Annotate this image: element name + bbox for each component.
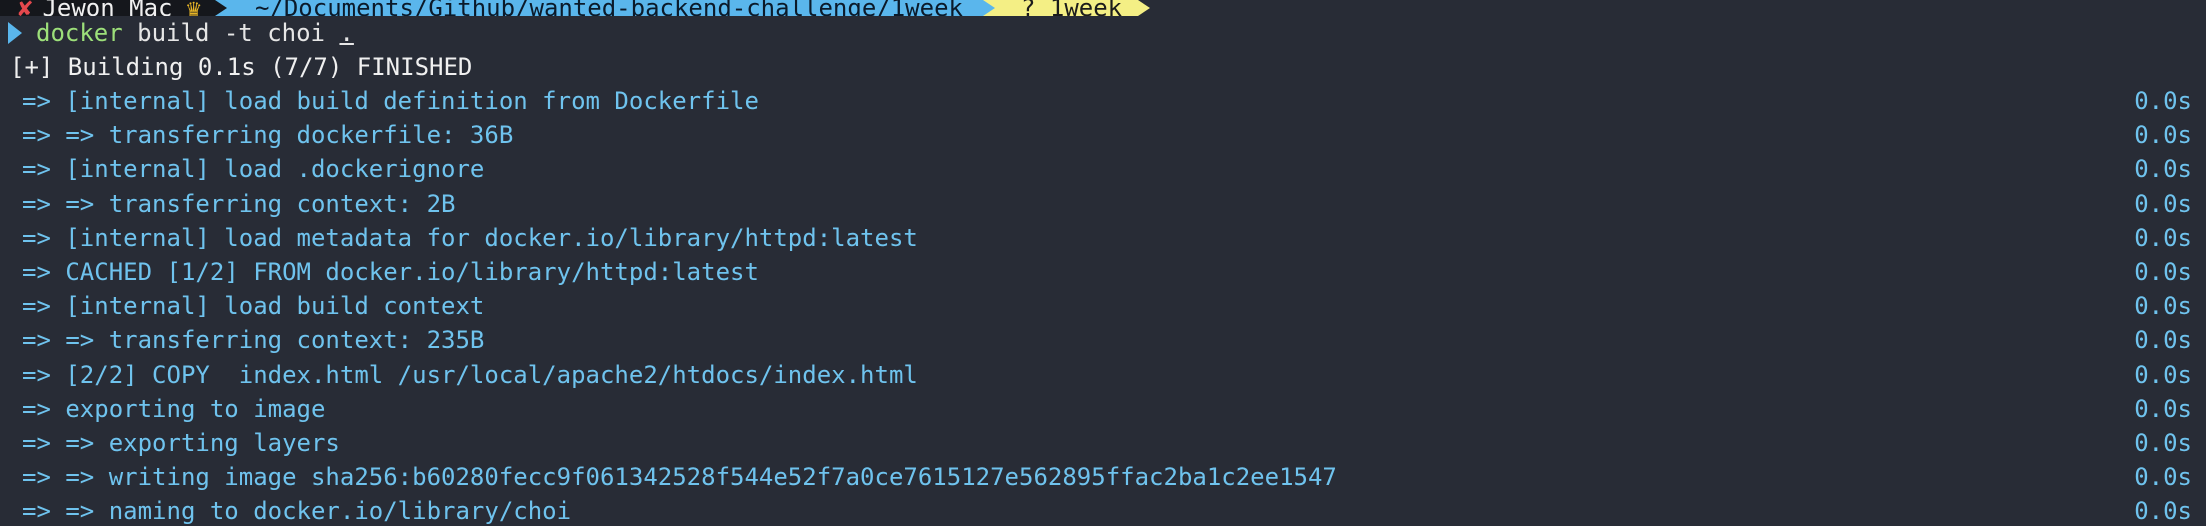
build-step-text: => [internal] load metadata for docker.i… (22, 223, 918, 252)
build-step-time: 0.0s (2134, 121, 2192, 150)
build-step-time: 0.0s (2134, 87, 2192, 115)
build-step-text: => [2/2] COPY index.html /usr/local/apac… (22, 360, 918, 389)
build-step-row: => => transferring dockerfile: 36B 0.0s (0, 118, 2206, 152)
build-step-row: => [2/2] COPY index.html /usr/local/apac… (0, 358, 2206, 392)
build-step-text: => => transferring context: 2B (22, 189, 456, 218)
shell-prompt-bar: ✘ Jewon Mac ♛ ~/Documents/Github/wanted-ba… (0, 0, 1151, 16)
build-step-time: 0.0s (2134, 360, 2192, 389)
segment-separator-icon (982, 0, 995, 16)
build-step-time: 0.0s (2134, 463, 2192, 492)
command-name: docker (36, 19, 123, 47)
build-step-time: 0.0s (2134, 258, 2192, 286)
segment-separator-icon (1138, 0, 1151, 16)
prompt-caret-icon (8, 22, 22, 44)
build-step-time: 0.0s (2134, 155, 2192, 184)
build-step-row: => [internal] load build context 0.0s (0, 289, 2206, 323)
build-step-time: 0.0s (2134, 292, 2192, 321)
build-step-text: => => transferring context: 235B (22, 326, 485, 355)
build-step-time: 0.0s (2134, 497, 2192, 526)
segment-separator-icon (214, 0, 227, 16)
build-step-text: => [internal] load build context (22, 292, 485, 321)
prompt-context-label: Jewon Mac (42, 0, 173, 16)
build-step-time: 0.0s (2134, 326, 2192, 355)
build-step-row: => => writing image sha256:b60280fecc9f0… (0, 460, 2206, 494)
build-step-text: => [internal] load .dockerignore (22, 155, 485, 184)
build-step-row: => => transferring context: 235B 0.0s (0, 323, 2206, 357)
build-step-text: => => naming to docker.io/library/choi (22, 497, 572, 526)
build-step-text: => => exporting layers (22, 429, 340, 457)
badge-icon: ♛ (186, 0, 201, 16)
build-step-time: 0.0s (2134, 189, 2192, 218)
command-args: build -t choi (122, 19, 340, 47)
build-status-line: [+] Building 0.1s (7/7) FINISHED (10, 53, 473, 81)
build-step-text: => CACHED [1/2] FROM docker.io/library/h… (22, 258, 759, 286)
build-step-time: 0.0s (2134, 429, 2192, 457)
build-step-row: => CACHED [1/2] FROM docker.io/library/h… (0, 255, 2206, 289)
prompt-directory-segment: ~/Documents/Github/wanted-backend-challe… (226, 0, 983, 16)
build-step-row: => [internal] load .dockerignore 0.0s (0, 152, 2206, 186)
prompt-context-segment: ✘ Jewon Mac ♛ (0, 0, 215, 16)
build-step-text: => exporting to image (22, 394, 326, 423)
close-icon: ✘ (18, 0, 33, 16)
build-step-text: => => writing image sha256:b60280fecc9f0… (22, 463, 1337, 492)
build-step-row: => [internal] load metadata for docker.i… (0, 221, 2206, 255)
build-step-row: => => naming to docker.io/library/choi 0.… (0, 494, 2206, 526)
prompt-directory-label: ~/Documents/Github/wanted-backend-challe… (254, 0, 963, 16)
command-target: . (339, 19, 354, 47)
build-step-row: => exporting to image 0.0s (0, 392, 2206, 426)
build-step-row: => => transferring context: 2B 0.0s (0, 187, 2206, 221)
prompt-git-branch: ? 1week (1020, 0, 1123, 16)
build-step-row: => => exporting layers 0.0s (0, 426, 2206, 460)
command-line[interactable]: docker build -t choi . (0, 16, 354, 50)
build-step-text: => => transferring dockerfile: 36B (22, 121, 514, 150)
build-step-text: => [internal] load build definition from… (22, 87, 759, 115)
build-step-row: => [internal] load build definition from… (0, 84, 2206, 118)
build-step-time: 0.0s (2134, 223, 2192, 252)
build-step-time: 0.0s (2134, 394, 2192, 423)
prompt-git-segment: ? 1week (994, 0, 1139, 16)
